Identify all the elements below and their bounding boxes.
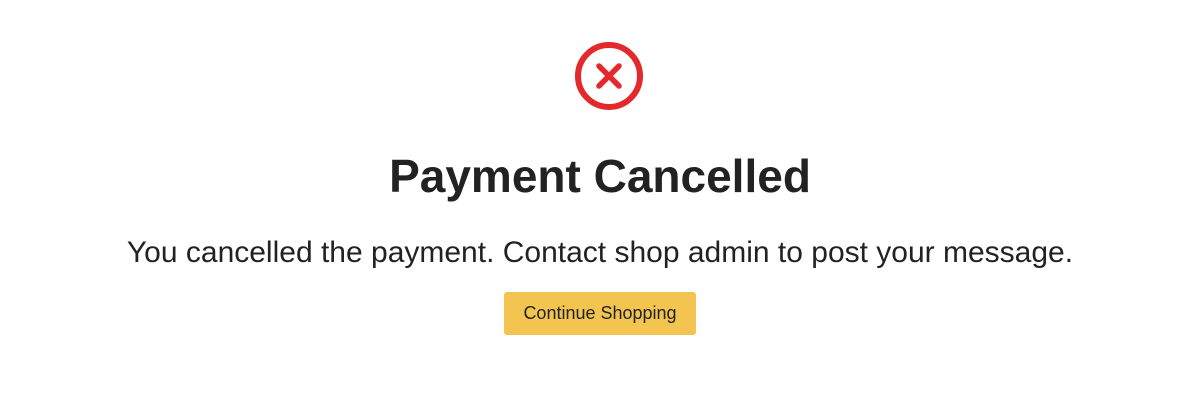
cancel-circle-icon [574, 41, 644, 111]
page-title: Payment Cancelled [389, 150, 811, 202]
status-message: You cancelled the payment. Contact shop … [126, 236, 1074, 269]
continue-shopping-button[interactable]: Continue Shopping [504, 292, 696, 335]
payment-cancelled-page: Payment Cancelled You cancelled the paym… [0, 0, 1200, 408]
action-container: Continue Shopping [0, 292, 1200, 335]
